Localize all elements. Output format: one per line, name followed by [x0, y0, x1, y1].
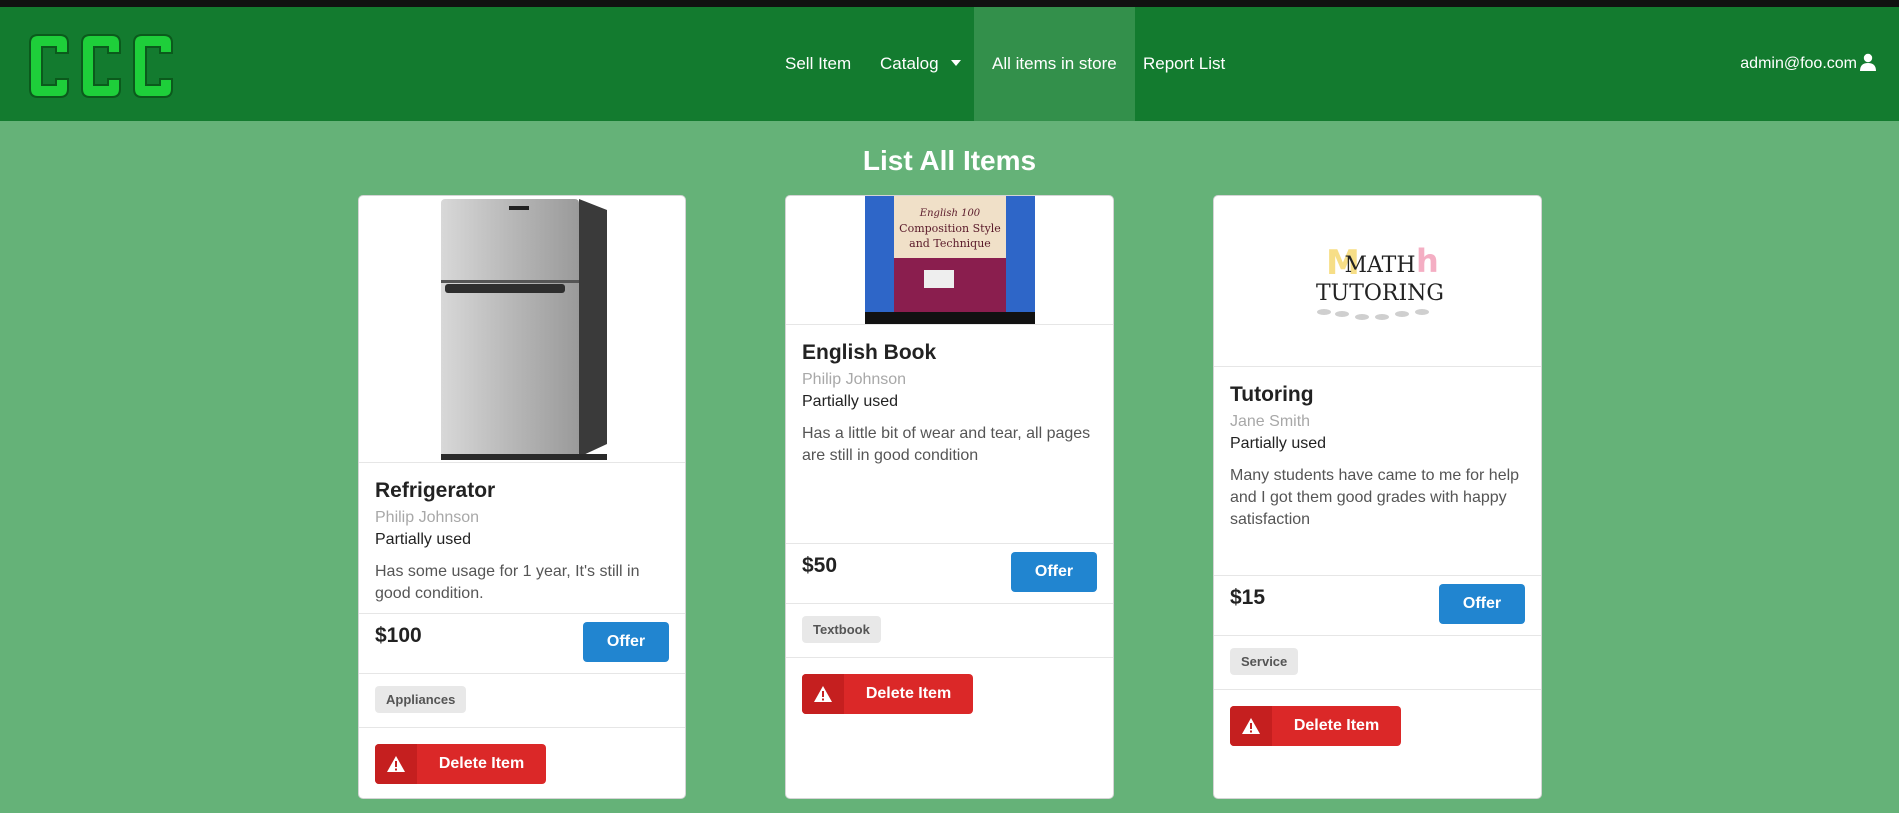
nav-catalog-label: Catalog [880, 54, 939, 73]
item-card: English 100 Composition Style and Techni… [785, 195, 1114, 799]
delete-row: Delete Item [786, 657, 1113, 798]
book-title-1: English 100 [919, 208, 981, 219]
delete-label: Delete Item [1293, 717, 1380, 734]
offer-button[interactable]: Offer [1011, 552, 1097, 592]
delete-item-button[interactable]: Delete Item [1230, 706, 1401, 746]
delete-label: Delete Item [865, 685, 952, 702]
offer-button[interactable]: Offer [583, 622, 669, 662]
item-price: $100 [375, 624, 422, 647]
item-condition: Partially used [802, 393, 899, 410]
chevron-down-icon [950, 59, 961, 66]
delete-item-button[interactable]: Delete Item [802, 674, 973, 714]
item-description: Has a little bit of wear and tear, all p… [802, 425, 1091, 464]
top-strip [0, 0, 1899, 7]
item-seller: Jane Smith [1230, 413, 1311, 430]
offer-button[interactable]: Offer [1439, 584, 1525, 624]
warning-icon [375, 744, 417, 784]
user-email: admin@foo.com [1740, 55, 1857, 72]
item-description: Has some usage for 1 year, It's still in… [375, 563, 640, 602]
item-image[interactable]: English 100 Composition Style and Techni… [786, 196, 1113, 325]
category-tag[interactable]: Service [1230, 648, 1299, 675]
item-card: Refrigerator Philip Johnson Partially us… [358, 195, 686, 799]
item-condition: Partially used [1230, 435, 1327, 452]
delete-row: Delete Item [1214, 689, 1541, 798]
tutoring-text-1: MATH [1344, 253, 1415, 278]
item-card: M h MATH TUTORING Tutoring Jane Smith Pa… [1213, 195, 1542, 799]
delete-item-button[interactable]: Delete Item [375, 744, 546, 784]
category-tag[interactable]: Appliances [375, 686, 467, 713]
warning-icon [802, 674, 844, 714]
item-condition: Partially used [375, 531, 472, 548]
nav-all-items[interactable]: All items in store [974, 7, 1135, 121]
category-tag[interactable]: Textbook [802, 616, 881, 643]
delete-label: Delete Item [438, 755, 525, 772]
warning-icon [1230, 706, 1272, 746]
book-title-2: Composition Style [899, 222, 1001, 235]
item-name[interactable]: Refrigerator [375, 479, 669, 503]
refrigerator-image [441, 199, 607, 460]
math-tutoring-image: M h MATH TUTORING [1316, 242, 1444, 320]
book-image: English 100 Composition Style and Techni… [865, 196, 1035, 324]
nav-report-list[interactable]: Report List [1125, 7, 1243, 121]
item-name[interactable]: English Book [802, 341, 1097, 365]
price-row: $50 Offer [786, 543, 1113, 603]
nav-sell-item[interactable]: Sell Item [767, 7, 869, 121]
svg-text:h: h [1416, 242, 1439, 280]
user-icon [1860, 53, 1876, 71]
tag-row: Textbook [786, 603, 1113, 657]
price-row: $100 Offer [359, 613, 685, 673]
item-seller: Philip Johnson [375, 509, 480, 526]
item-image[interactable] [359, 196, 685, 463]
tag-row: Appliances [359, 673, 685, 727]
tag-row: Service [1214, 635, 1541, 689]
item-price: $15 [1230, 586, 1266, 609]
item-description: Many students have came to me for help a… [1230, 467, 1520, 528]
item-seller: Philip Johnson [802, 371, 907, 388]
item-image[interactable]: M h MATH TUTORING [1214, 196, 1541, 367]
book-title-3: and Technique [909, 237, 991, 250]
navbar: Sell Item Catalog All items in store Rep… [0, 7, 1899, 121]
nav-catalog[interactable]: Catalog [862, 7, 979, 121]
item-name[interactable]: Tutoring [1230, 383, 1525, 407]
price-row: $15 Offer [1214, 575, 1541, 635]
item-price: $50 [802, 554, 838, 577]
tutoring-text-2: TUTORING [1316, 281, 1444, 306]
delete-row: Delete Item [359, 727, 685, 798]
user-menu[interactable]: admin@foo.com [1740, 7, 1877, 121]
page-title: List All Items [862, 145, 1037, 176]
